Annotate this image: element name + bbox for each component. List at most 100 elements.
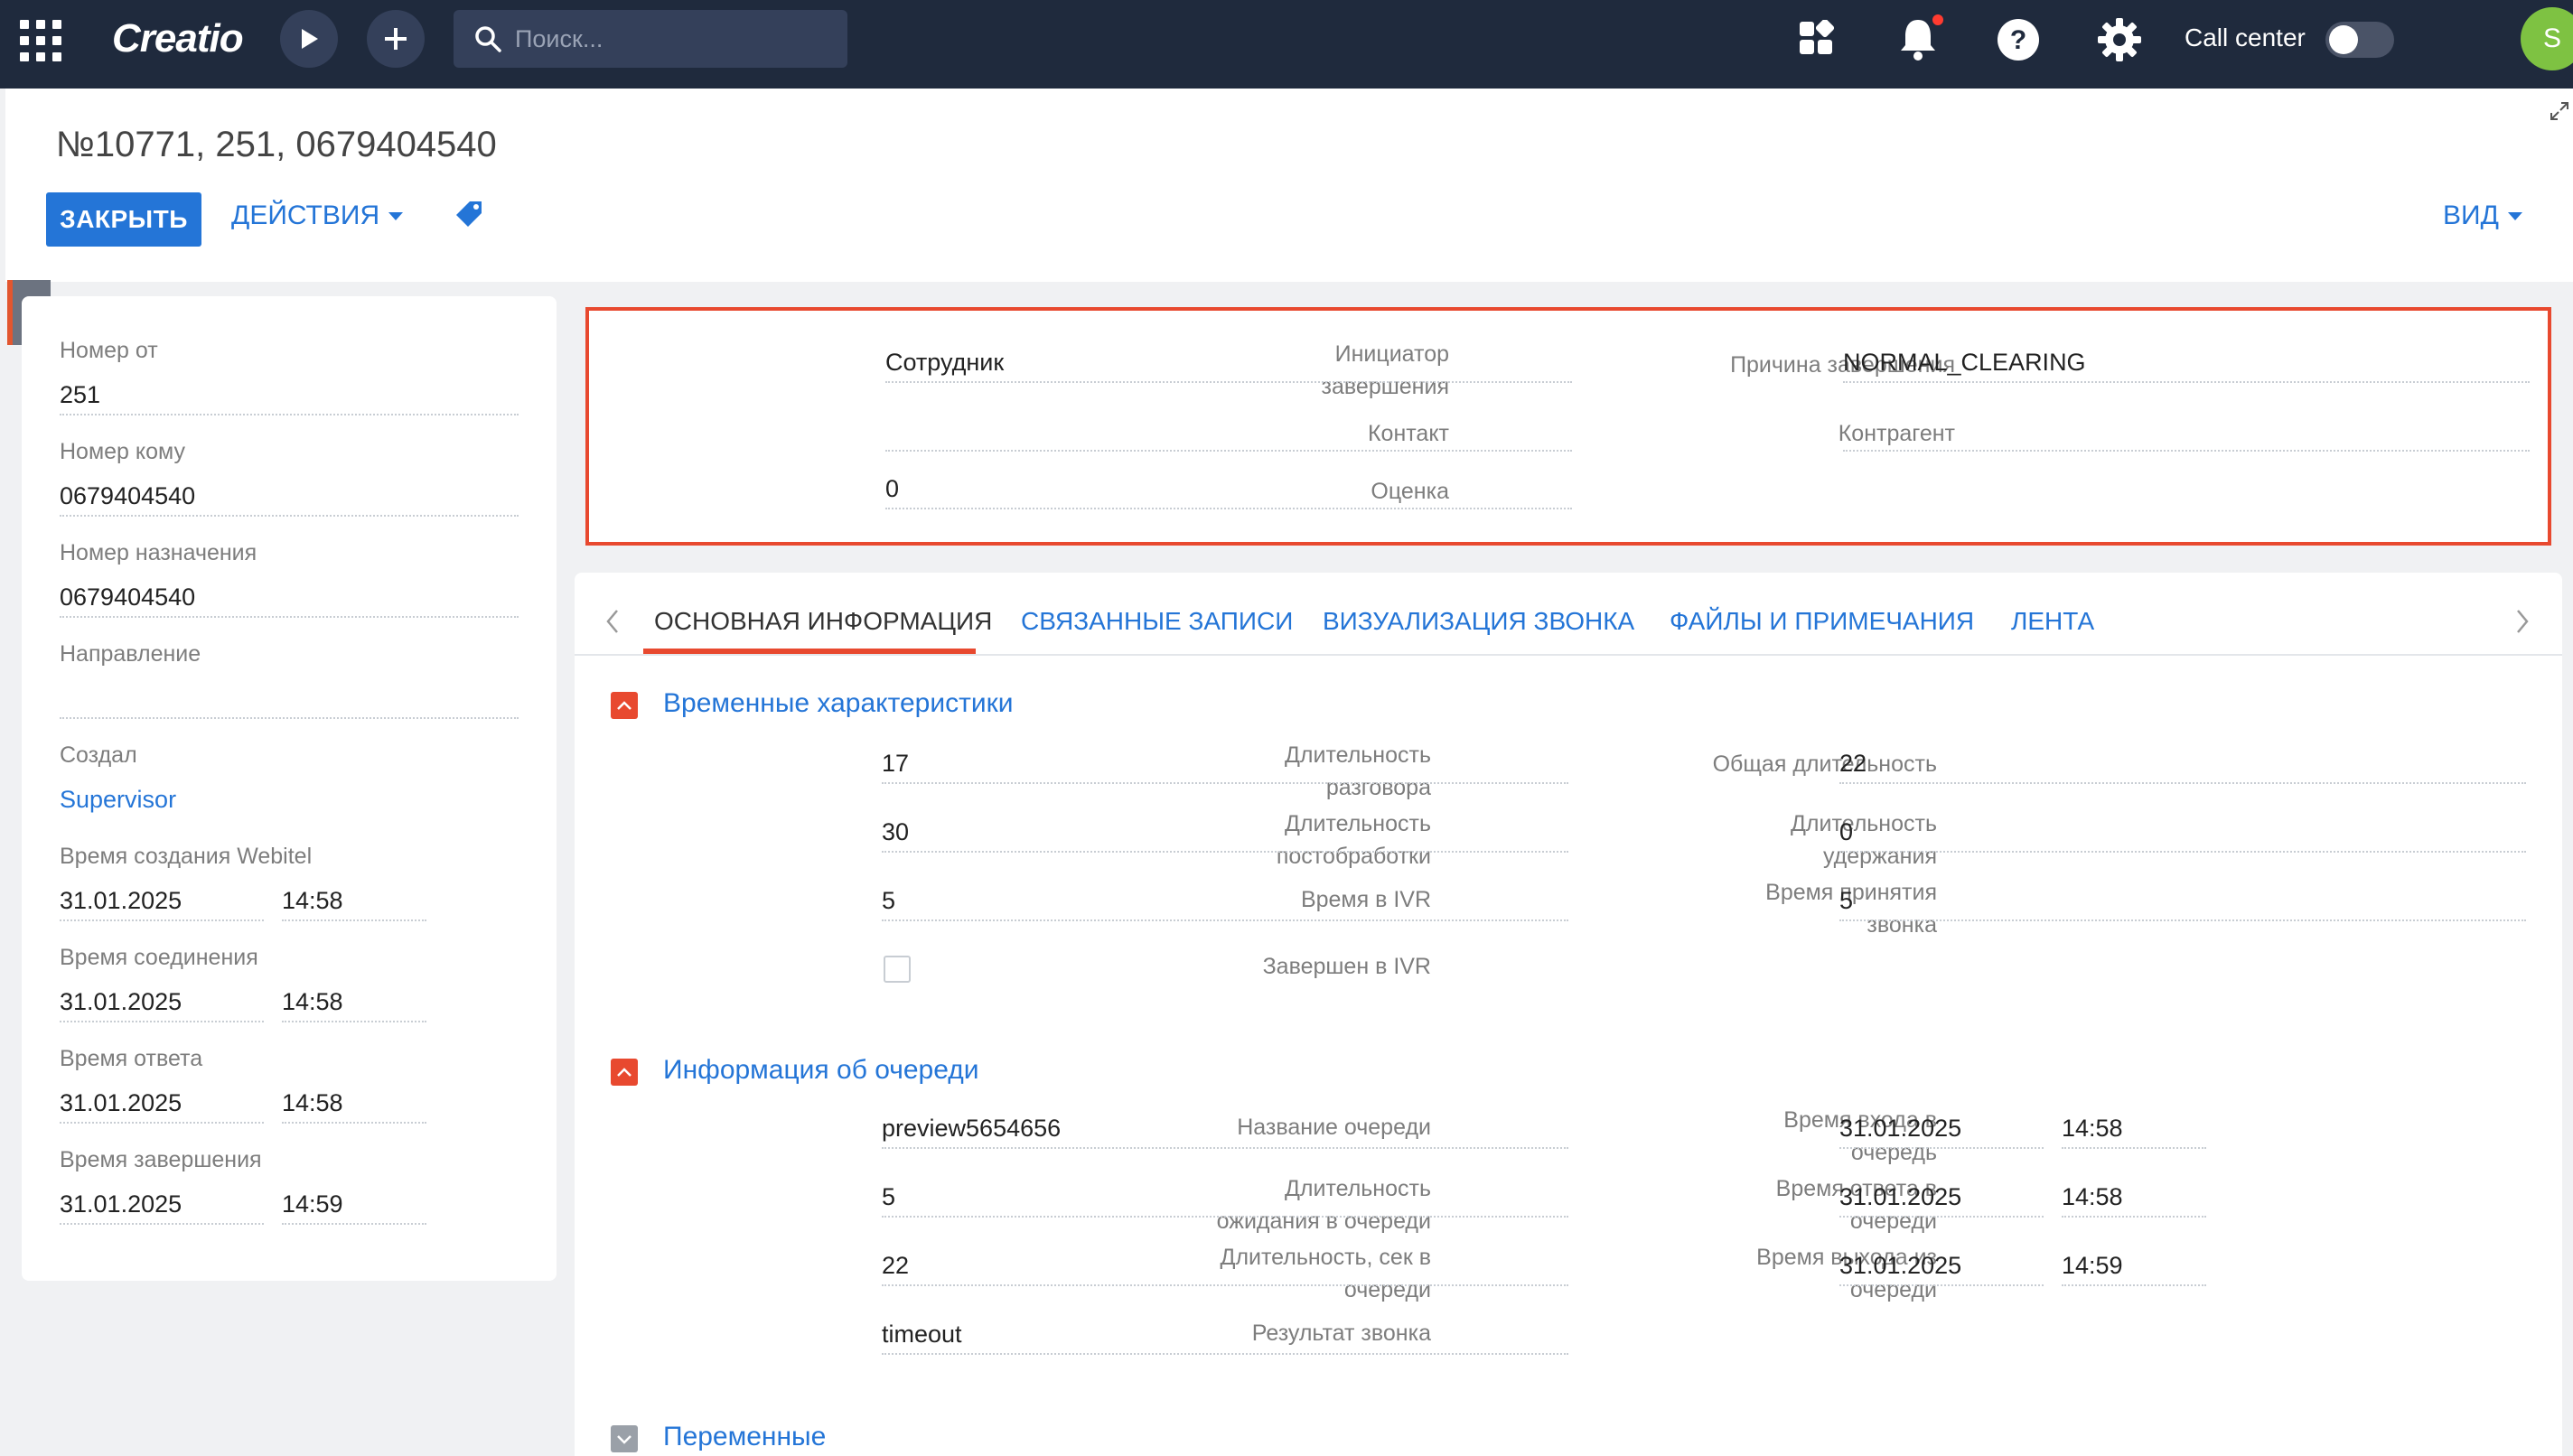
date-value[interactable]: 31.01.2025 (60, 1082, 264, 1124)
run-process-button[interactable] (280, 10, 338, 68)
gear-icon[interactable] (2096, 16, 2143, 63)
queue-exit-date[interactable]: 31.01.2025 (1839, 1245, 2044, 1286)
tab-files-notes[interactable]: ФАЙЛЫ И ПРИМЕЧАНИЯ (1670, 607, 1974, 636)
field-label: Время создания Webitel (60, 844, 313, 869)
field-direction: Направление (60, 641, 519, 719)
call-center-toggle[interactable] (2325, 22, 2394, 58)
ivr-time-value[interactable]: 5 (882, 880, 1568, 921)
ended-in-ivr-label: Завершен в IVR (1262, 954, 1431, 979)
tag-icon[interactable] (454, 199, 484, 234)
view-button[interactable]: ВИД (2443, 201, 2522, 231)
section-title-variables[interactable]: Переменные (663, 1422, 826, 1452)
page-title: №10771, 251, 0679404540 (56, 125, 497, 164)
actions-label: ДЕЙСТВИЯ (231, 201, 380, 230)
queue-exit-time[interactable]: 14:59 (2062, 1245, 2206, 1286)
add-button[interactable] (367, 10, 425, 68)
chevron-up-icon (617, 1068, 632, 1077)
section-title-queue[interactable]: Информация об очереди (663, 1055, 979, 1086)
tabs-next-icon[interactable] (2515, 609, 2530, 639)
tab-bar: ОСНОВНАЯ ИНФОРМАЦИЯ СВЯЗАННЫЕ ЗАПИСИ ВИЗ… (575, 573, 2562, 656)
contact-value[interactable] (885, 410, 1572, 452)
field-label: Номер кому (60, 439, 185, 464)
field-label: Время ответа (60, 1046, 203, 1071)
apps-grid-icon[interactable] (20, 20, 61, 61)
field-value[interactable]: 251 (60, 374, 519, 415)
field-value[interactable]: 0679404540 (60, 576, 519, 618)
page-header: №10771, 251, 0679404540 ЗАКРЫТЬ ДЕЙСТВИЯ… (5, 89, 2573, 282)
notification-dot (1931, 13, 1945, 27)
field-value[interactable]: 0679404540 (60, 475, 519, 517)
talk-duration-value[interactable]: 17 (882, 742, 1568, 784)
main-panel: ОСНОВНАЯ ИНФОРМАЦИЯ СВЯЗАННЫЕ ЗАПИСИ ВИЗ… (575, 573, 2562, 1456)
field-answer-time: Время ответа 31.01.2025 14:58 (60, 1046, 519, 1124)
field-number-from: Номер от 251 (60, 338, 519, 415)
tab-related-records[interactable]: СВЯЗАННЫЕ ЗАПИСИ (1021, 607, 1293, 636)
field-value[interactable] (60, 677, 519, 719)
queue-enter-date[interactable]: 31.01.2025 (1839, 1107, 2044, 1149)
field-label: Номер от (60, 338, 158, 363)
tab-feed[interactable]: ЛЕНТА (2011, 607, 2094, 636)
hold-duration-value[interactable]: 0 (1839, 811, 2526, 853)
time-value[interactable]: 14:58 (282, 981, 426, 1022)
play-icon (302, 29, 318, 49)
close-button[interactable]: ЗАКРЫТЬ (46, 192, 201, 247)
initiator-value[interactable]: Сотрудник (885, 341, 1572, 383)
ended-in-ivr-checkbox[interactable] (884, 956, 911, 983)
avatar[interactable]: S (2521, 7, 2573, 70)
field-label: Время завершения (60, 1147, 262, 1172)
wait-duration-value[interactable]: 5 (882, 1176, 1568, 1218)
call-result-value[interactable]: timeout (882, 1313, 1568, 1355)
tab-call-visualization[interactable]: ВИЗУАЛИЗАЦИЯ ЗВОНКА (1323, 607, 1634, 636)
section-expand-toggle[interactable] (611, 1425, 638, 1452)
field-end-time: Время завершения 31.01.2025 14:59 (60, 1147, 519, 1225)
left-info-panel: Номер от 251 Номер кому 0679404540 Номер… (22, 296, 557, 1281)
date-value[interactable]: 31.01.2025 (60, 981, 264, 1022)
plus-icon (385, 28, 407, 50)
section-collapse-toggle[interactable] (611, 692, 638, 719)
queue-answer-date[interactable]: 31.01.2025 (1839, 1176, 2044, 1218)
queue-answer-time[interactable]: 14:58 (2062, 1176, 2206, 1218)
total-duration-value[interactable]: 22 (1839, 742, 2526, 784)
post-processing-value[interactable]: 30 (882, 811, 1568, 853)
section-collapse-toggle[interactable] (611, 1059, 638, 1086)
top-bar: Creatio ? Call center S (0, 0, 2573, 89)
date-value[interactable]: 31.01.2025 (60, 880, 264, 921)
fullscreen-icon[interactable] (2550, 101, 2569, 126)
time-value[interactable]: 14:58 (282, 1082, 426, 1124)
chevron-up-icon (617, 701, 632, 710)
field-label: Создал (60, 742, 137, 768)
creatio-logo[interactable]: Creatio (112, 16, 244, 61)
section-title-time[interactable]: Временные характеристики (663, 688, 1014, 719)
svg-text:?: ? (2010, 25, 2026, 55)
dashboard-icon[interactable] (1798, 20, 1836, 58)
actions-button[interactable]: ДЕЙСТВИЯ (231, 201, 404, 231)
time-value[interactable]: 14:59 (282, 1183, 426, 1225)
field-label: Направление (60, 641, 201, 667)
help-icon[interactable]: ? (1997, 18, 2040, 61)
accept-time-value[interactable]: 5 (1839, 880, 2526, 921)
date-value[interactable]: 31.01.2025 (60, 1183, 264, 1225)
rating-value[interactable]: 0 (885, 468, 1572, 509)
queue-seconds-value[interactable]: 22 (882, 1245, 1568, 1286)
search-icon (475, 26, 501, 52)
search-box[interactable] (454, 10, 847, 68)
chevron-down-icon (388, 211, 404, 220)
field-label: Номер назначения (60, 540, 257, 565)
field-created-by: Создал Supervisor (60, 742, 519, 813)
tabs-prev-icon[interactable] (605, 609, 620, 639)
tab-main-info[interactable]: ОСНОВНАЯ ИНФОРМАЦИЯ (654, 607, 992, 636)
field-number-to: Номер кому 0679404540 (60, 439, 519, 517)
chevron-down-icon (617, 1435, 632, 1444)
queue-name-value[interactable]: preview5654656 (882, 1107, 1568, 1149)
account-value[interactable] (1843, 410, 2530, 452)
search-input[interactable] (515, 10, 831, 68)
view-label: ВИД (2443, 201, 2499, 230)
end-reason-value[interactable]: NORMAL_CLEARING (1843, 341, 2530, 383)
field-connect-time: Время соединения 31.01.2025 14:58 (60, 945, 519, 1022)
created-by-link[interactable]: Supervisor (60, 779, 519, 820)
time-value[interactable]: 14:58 (282, 880, 426, 921)
field-destination-number: Номер назначения 0679404540 (60, 540, 519, 618)
active-tab-indicator (643, 649, 976, 654)
summary-highlight-box: Инициатор завершения Сотрудник Причина з… (585, 307, 2551, 546)
queue-enter-time[interactable]: 14:58 (2062, 1107, 2206, 1149)
